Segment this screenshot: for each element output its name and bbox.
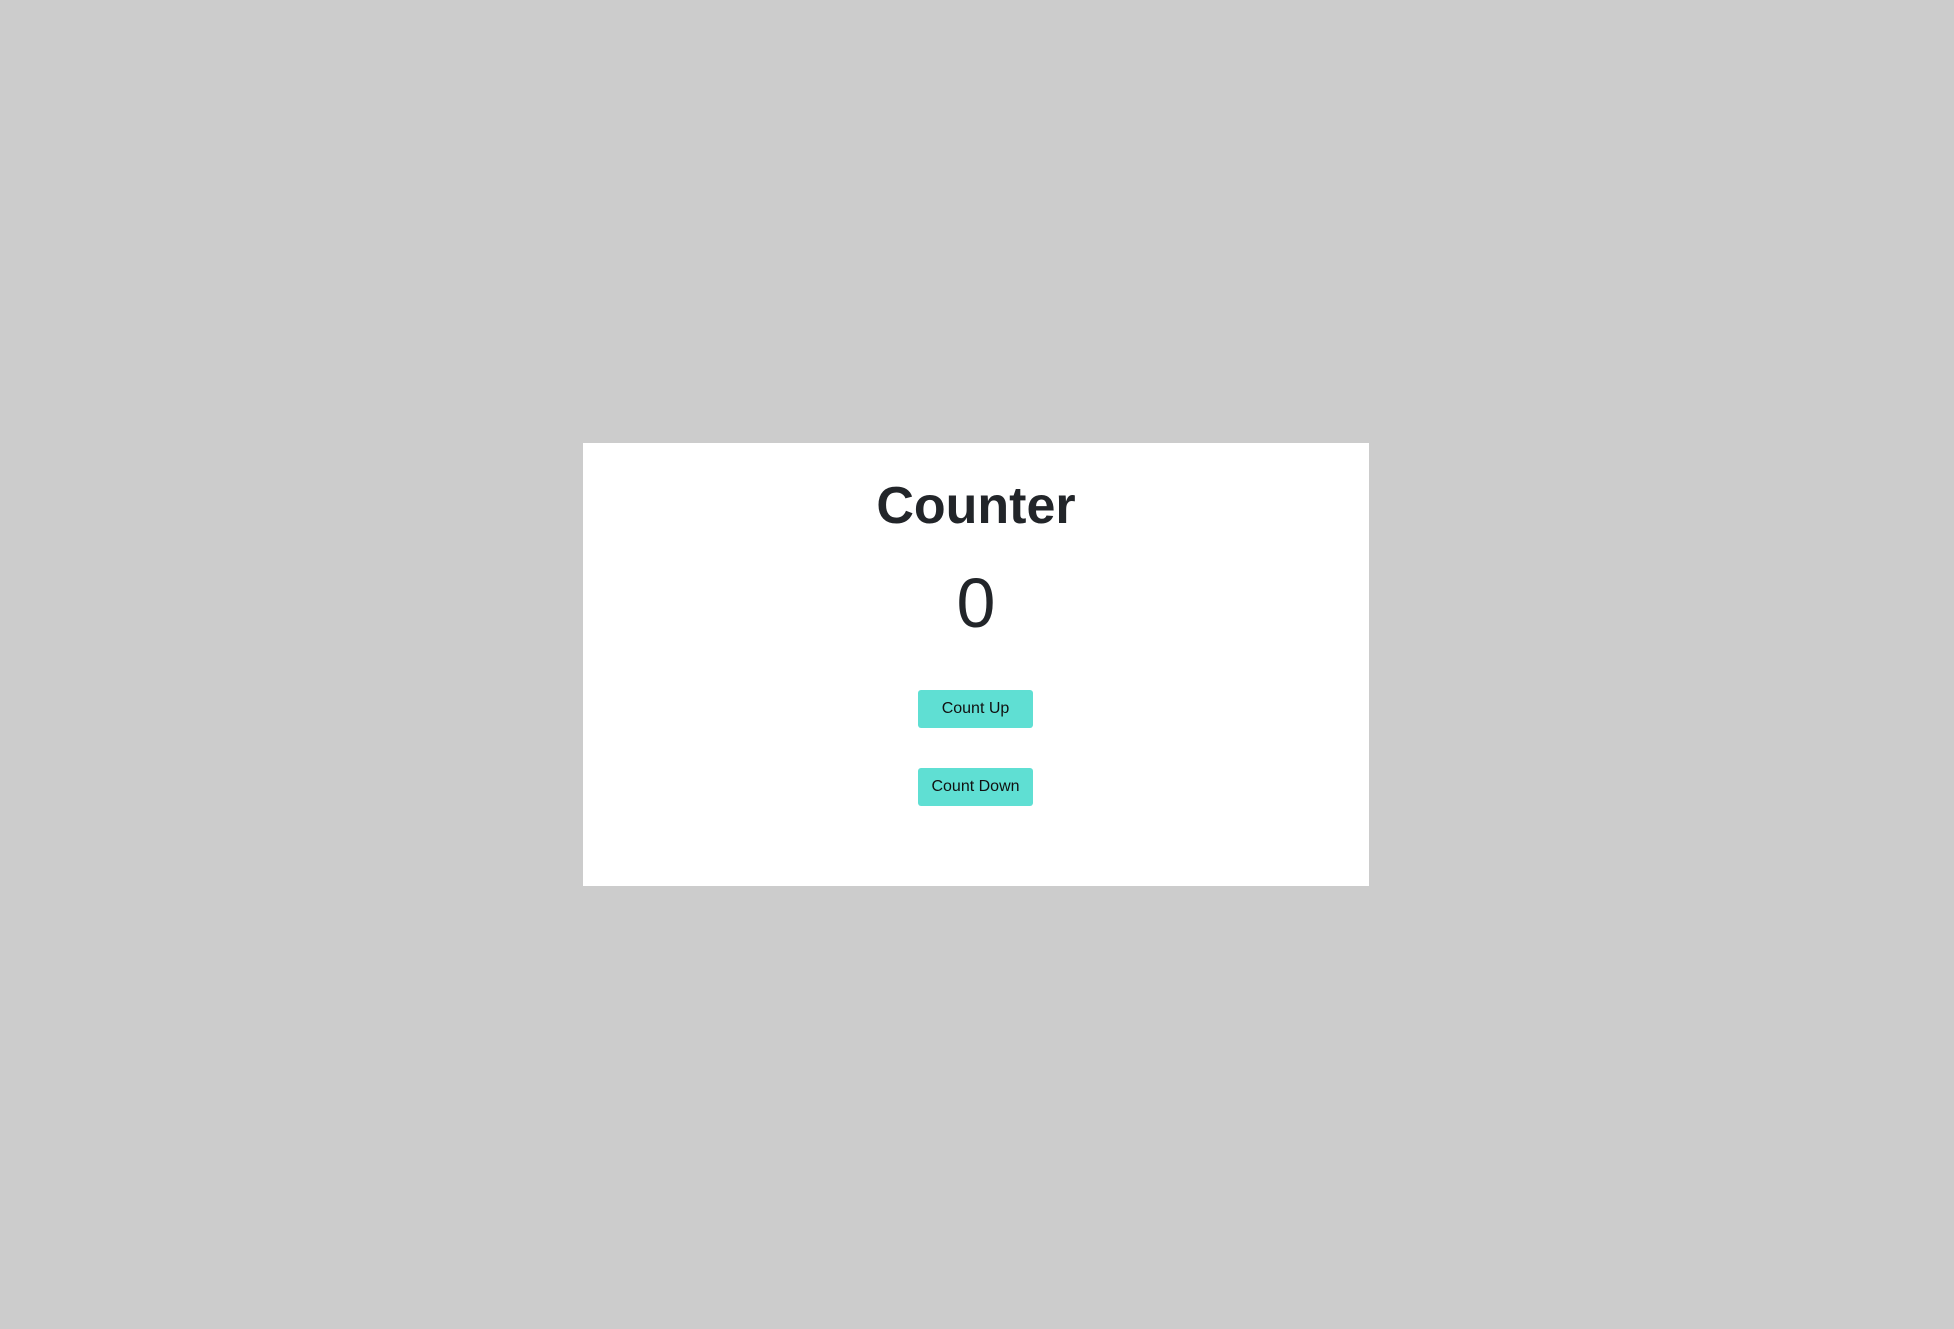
count-display: 0: [956, 564, 996, 642]
page-title: Counter: [876, 477, 1076, 535]
count-up-button[interactable]: Count Up: [918, 690, 1033, 728]
counter-card: Counter 0 Count Up Count Down: [583, 443, 1369, 886]
count-down-button[interactable]: Count Down: [918, 768, 1033, 806]
